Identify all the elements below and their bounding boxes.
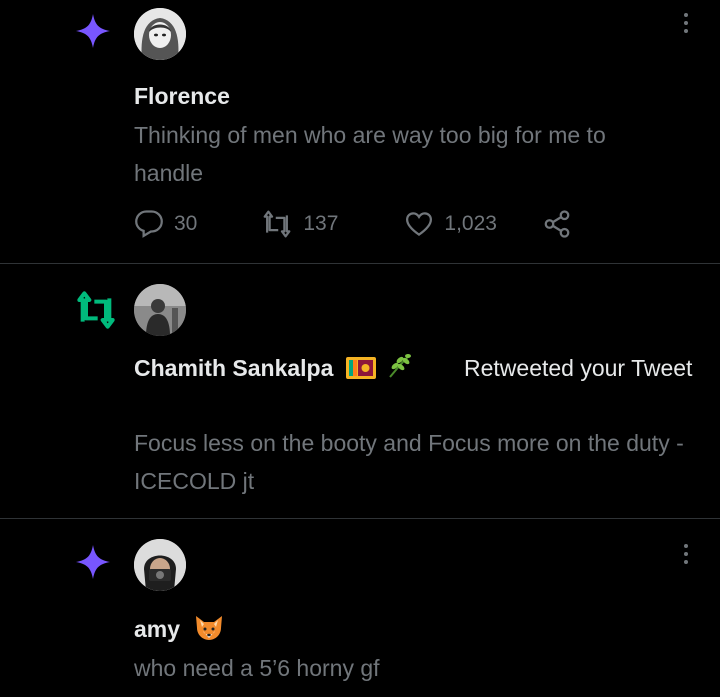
share-icon: [544, 210, 570, 238]
tweet-text: Focus less on the booty and Focus more o…: [134, 430, 684, 494]
retweet-button[interactable]: 137: [261, 209, 338, 239]
user-name-line[interactable]: amy: [134, 611, 224, 647]
notification-amy[interactable]: amy who need a 5’6 horny gf: [0, 519, 720, 697]
heart-icon: [406, 212, 433, 236]
fox-emoji-icon: [196, 616, 223, 640]
user-name[interactable]: amy: [134, 616, 180, 642]
reply-button[interactable]: 30: [134, 209, 197, 239]
retweet-action-text: Retweeted your Tweet: [464, 355, 693, 381]
herb-icon: [389, 354, 412, 378]
user-name[interactable]: Florence: [134, 78, 230, 114]
reply-bubble-icon: [135, 210, 163, 238]
sparkle-icon: [74, 543, 112, 586]
sri-lanka-flag-icon: [345, 357, 376, 379]
share-button[interactable]: [541, 209, 573, 239]
like-count: 1,023: [444, 212, 497, 235]
tweet-text: Thinking of men who are way too big for …: [134, 122, 606, 186]
retweet-count: 137: [303, 212, 339, 235]
tweet-actions: 30 137 1,023: [134, 204, 573, 244]
like-button[interactable]: 1,023: [404, 209, 497, 239]
notification-florence[interactable]: Florence Thinking of men who are way too…: [0, 0, 720, 262]
sparkle-icon: [74, 12, 112, 55]
more-vertical-icon[interactable]: [676, 8, 696, 38]
tweet-text: who need a 5’6 horny gf: [134, 655, 380, 681]
more-vertical-icon[interactable]: [676, 539, 696, 569]
notification-chamith[interactable]: Chamith Sankalpa Retweeted your Tweet Fo…: [0, 264, 720, 517]
avatar[interactable]: [134, 539, 186, 591]
retweet-line[interactable]: Chamith Sankalpa: [134, 350, 422, 386]
retweet-icon: [74, 290, 118, 335]
user-name[interactable]: Chamith Sankalpa: [134, 355, 333, 381]
reply-count: 30: [174, 212, 198, 235]
retweet-icon: [263, 210, 291, 238]
avatar[interactable]: [134, 284, 186, 336]
avatar[interactable]: [134, 8, 186, 60]
